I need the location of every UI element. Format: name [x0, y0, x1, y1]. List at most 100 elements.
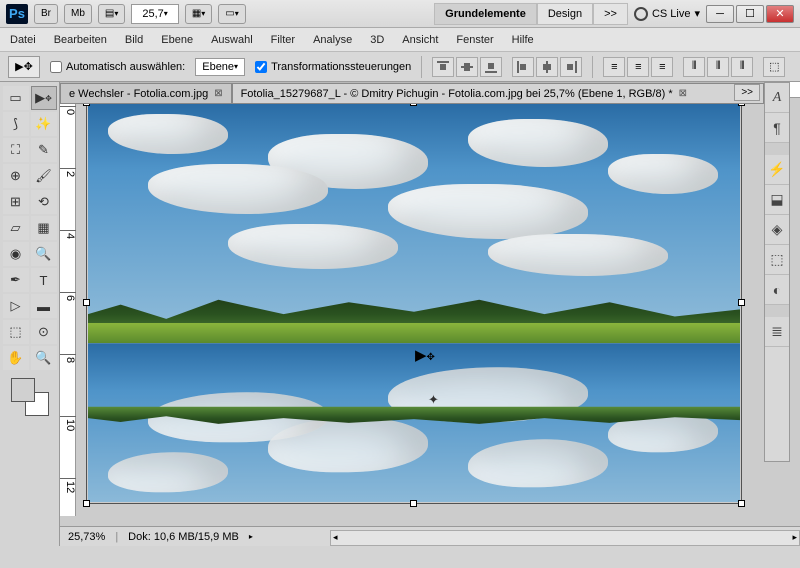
gradient-tool[interactable]: ▦: [31, 216, 57, 240]
adjustments-panel-icon[interactable]: ≣: [765, 317, 789, 347]
workspace-tab-more[interactable]: >>: [593, 3, 628, 25]
history-brush-tool[interactable]: ⟲: [31, 190, 57, 214]
menu-datei[interactable]: Datei: [10, 34, 36, 46]
auto-select-target-dropdown[interactable]: Ebene: [195, 58, 245, 76]
paths-panel-icon[interactable]: ◐: [765, 275, 789, 305]
dodge-tool[interactable]: 🔍: [31, 242, 57, 266]
close-button[interactable]: ✕: [766, 5, 794, 23]
foreground-color-swatch[interactable]: [11, 378, 35, 402]
canvas-area: 02468101214161820 024681012: [60, 82, 800, 546]
menu-auswahl[interactable]: Auswahl: [211, 34, 253, 46]
eyedropper-tool[interactable]: ✎: [31, 138, 57, 162]
crop-tool[interactable]: ⛶: [3, 138, 29, 162]
actions-panel-icon[interactable]: ⚡: [765, 155, 789, 185]
auto-select-label: Automatisch auswählen:: [66, 61, 185, 73]
distribute-left-button[interactable]: ⦀: [683, 57, 705, 77]
toolpresets-panel-icon[interactable]: ⬓: [765, 185, 789, 215]
menu-ansicht[interactable]: Ansicht: [402, 34, 438, 46]
menu-fenster[interactable]: Fenster: [456, 34, 493, 46]
path-select-tool[interactable]: ▷: [3, 294, 29, 318]
vertical-ruler[interactable]: 024681012: [60, 98, 76, 516]
pen-tool[interactable]: ✒: [3, 268, 29, 292]
align-right-button[interactable]: [560, 57, 582, 77]
transform-controls-label: Transformationssteuerungen: [271, 61, 411, 73]
status-doc-size[interactable]: Dok: 10,6 MB/15,9 MB: [128, 531, 239, 543]
hand-tool[interactable]: ✋: [3, 346, 29, 370]
document-tab-inactive[interactable]: e Wechsler - Fotolia.com.jpg ⊠: [60, 83, 232, 103]
distribute-right-button[interactable]: ⦀: [731, 57, 753, 77]
menu-bild[interactable]: Bild: [125, 34, 143, 46]
title-bar: Ps Br Mb ▤ 25,7 ▦ ▭ Grundelemente Design…: [0, 0, 800, 28]
move-tool[interactable]: ▶✥: [31, 86, 57, 110]
workspace-tab-design[interactable]: Design: [537, 3, 593, 25]
paragraph-panel-icon[interactable]: ¶: [765, 113, 789, 143]
3d-tool[interactable]: ⬚: [3, 320, 29, 344]
menu-3d[interactable]: 3D: [370, 34, 384, 46]
transform-controls-checkbox[interactable]: Transformationssteuerungen: [255, 61, 411, 73]
horizontal-scrollbar[interactable]: ◂ ▸: [330, 530, 800, 546]
channels-panel-icon[interactable]: ⬚: [765, 245, 789, 275]
bridge-button[interactable]: Br: [34, 4, 58, 24]
brush-tool[interactable]: 🖌: [31, 164, 57, 188]
distribute-vcenter-button[interactable]: ≡: [627, 57, 649, 77]
healing-brush-tool[interactable]: ⊕: [3, 164, 29, 188]
zoom-level-field[interactable]: 25,7: [131, 4, 178, 24]
align-top-button[interactable]: [432, 57, 454, 77]
menu-hilfe[interactable]: Hilfe: [512, 34, 534, 46]
handle-l[interactable]: [83, 299, 90, 306]
handle-br[interactable]: [738, 500, 745, 507]
minimize-button[interactable]: ─: [706, 5, 734, 23]
eraser-tool[interactable]: ▱: [3, 216, 29, 240]
auto-align-button[interactable]: ⬚: [763, 57, 785, 77]
layers-panel-icon[interactable]: ◈: [765, 215, 789, 245]
distribute-hcenter-button[interactable]: ⦀: [707, 57, 729, 77]
maximize-button[interactable]: ☐: [736, 5, 764, 23]
minibridge-button[interactable]: Mb: [64, 4, 92, 24]
close-tab-icon[interactable]: ⊠: [214, 88, 222, 99]
lasso-tool[interactable]: ⟆: [3, 112, 29, 136]
status-zoom[interactable]: 25,73%: [68, 531, 105, 543]
handle-r[interactable]: [738, 299, 745, 306]
transform-controls-input[interactable]: [255, 61, 267, 73]
tabs-overflow-button[interactable]: >>: [734, 84, 760, 101]
auto-select-checkbox[interactable]: Automatisch auswählen:: [50, 61, 185, 73]
cs-live-button[interactable]: CS Live ▾: [634, 7, 700, 21]
shape-tool[interactable]: ▬: [31, 294, 57, 318]
distribute-group-2: ⦀ ⦀ ⦀: [683, 57, 753, 77]
workspace-tab-grundelemente[interactable]: Grundelemente: [434, 3, 537, 25]
panel-dock: A ¶ ⚡ ⬓ ◈ ⬚ ◐ ≣: [764, 82, 790, 462]
status-dropdown[interactable]: ▸: [249, 532, 253, 541]
blur-tool[interactable]: ◉: [3, 242, 29, 266]
workspace-switcher: Grundelemente Design >>: [434, 3, 628, 25]
clone-stamp-tool[interactable]: ⊞: [3, 190, 29, 214]
arrange-docs-dropdown[interactable]: ▦: [185, 4, 212, 24]
menu-bearbeiten[interactable]: Bearbeiten: [54, 34, 107, 46]
align-left-button[interactable]: [512, 57, 534, 77]
color-swatches[interactable]: [11, 378, 49, 416]
character-panel-icon[interactable]: A: [765, 83, 789, 113]
zoom-tool[interactable]: 🔍: [31, 346, 57, 370]
type-tool[interactable]: T: [31, 268, 57, 292]
menu-analyse[interactable]: Analyse: [313, 34, 352, 46]
screen-mode-dropdown[interactable]: ▤: [98, 4, 125, 24]
document-tab-active[interactable]: Fotolia_15279687_L - © Dmitry Pichugin -…: [232, 83, 764, 103]
align-vcenter-button[interactable]: [456, 57, 478, 77]
align-hcenter-button[interactable]: [536, 57, 558, 77]
separator: [421, 56, 422, 78]
transform-bounding-box[interactable]: [86, 102, 742, 504]
handle-bl[interactable]: [83, 500, 90, 507]
current-tool-indicator[interactable]: ▶✥: [8, 56, 40, 78]
menu-filter[interactable]: Filter: [271, 34, 295, 46]
distribute-top-button[interactable]: ≡: [603, 57, 625, 77]
close-tab-icon[interactable]: ⊠: [679, 88, 687, 99]
document-tabs: e Wechsler - Fotolia.com.jpg ⊠ Fotolia_1…: [60, 82, 764, 104]
extras-dropdown[interactable]: ▭: [218, 4, 245, 24]
3d-camera-tool[interactable]: ⊙: [31, 320, 57, 344]
magic-wand-tool[interactable]: ✨: [31, 112, 57, 136]
marquee-tool[interactable]: ▭: [3, 86, 29, 110]
auto-select-input[interactable]: [50, 61, 62, 73]
align-bottom-button[interactable]: [480, 57, 502, 77]
menu-ebene[interactable]: Ebene: [161, 34, 193, 46]
handle-b[interactable]: [410, 500, 417, 507]
distribute-bottom-button[interactable]: ≡: [651, 57, 673, 77]
